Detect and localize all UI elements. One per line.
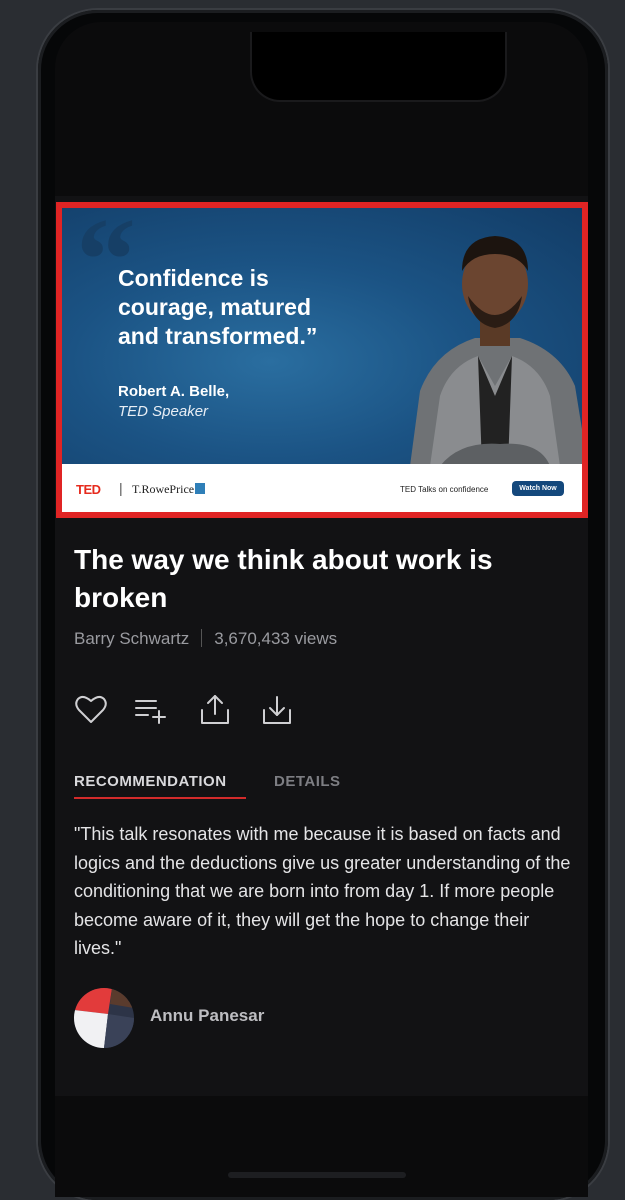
- talk-title: The way we think about work is broken: [74, 544, 493, 613]
- author-name[interactable]: Annu Panesar: [150, 1006, 264, 1026]
- tab-recommendation[interactable]: RECOMMENDATION: [74, 773, 227, 790]
- watch-now-button[interactable]: Watch Now: [512, 481, 564, 496]
- ad-quote: Confidence is courage, matured and trans…: [118, 265, 318, 349]
- ad-speaker-name: Robert A. Belle,: [118, 383, 230, 400]
- notch: [250, 32, 507, 102]
- heart-icon[interactable]: [74, 693, 108, 727]
- talk-speaker[interactable]: Barry Schwartz: [74, 629, 189, 648]
- ad-banner[interactable]: “ Confidence is courage, matured and tra…: [56, 202, 588, 518]
- sponsor-logo: T.RowePrice: [132, 482, 206, 497]
- home-indicator: [228, 1172, 406, 1178]
- speaker-photo: [410, 236, 582, 466]
- ted-logo: TED: [76, 482, 101, 497]
- ad-tagline: TED Talks on confidence: [400, 485, 489, 494]
- ad-hero: “ Confidence is courage, matured and tra…: [62, 208, 582, 466]
- recommendation-text: "This talk resonates with me because it …: [74, 824, 571, 958]
- ad-speaker-role: TED Speaker: [118, 403, 209, 420]
- ad-separator: |: [119, 480, 123, 496]
- avatar[interactable]: [74, 988, 134, 1048]
- sponsor-name: T.RowePrice: [132, 482, 195, 496]
- meta-divider: [201, 629, 203, 647]
- active-tab-indicator: [74, 797, 246, 799]
- bottom-bar: [55, 1096, 588, 1197]
- add-to-playlist-icon[interactable]: [134, 693, 168, 727]
- talk-meta: Barry Schwartz 3,670,433 views: [74, 629, 337, 649]
- share-icon[interactable]: [198, 693, 232, 727]
- talk-views: 3,670,433 views: [214, 629, 338, 648]
- ad-footer: TED | T.RowePrice TED Talks on confidenc…: [62, 464, 582, 512]
- download-icon[interactable]: [260, 693, 294, 727]
- sponsor-logo-mark-icon: [195, 483, 206, 494]
- tab-details[interactable]: DETAILS: [274, 773, 341, 790]
